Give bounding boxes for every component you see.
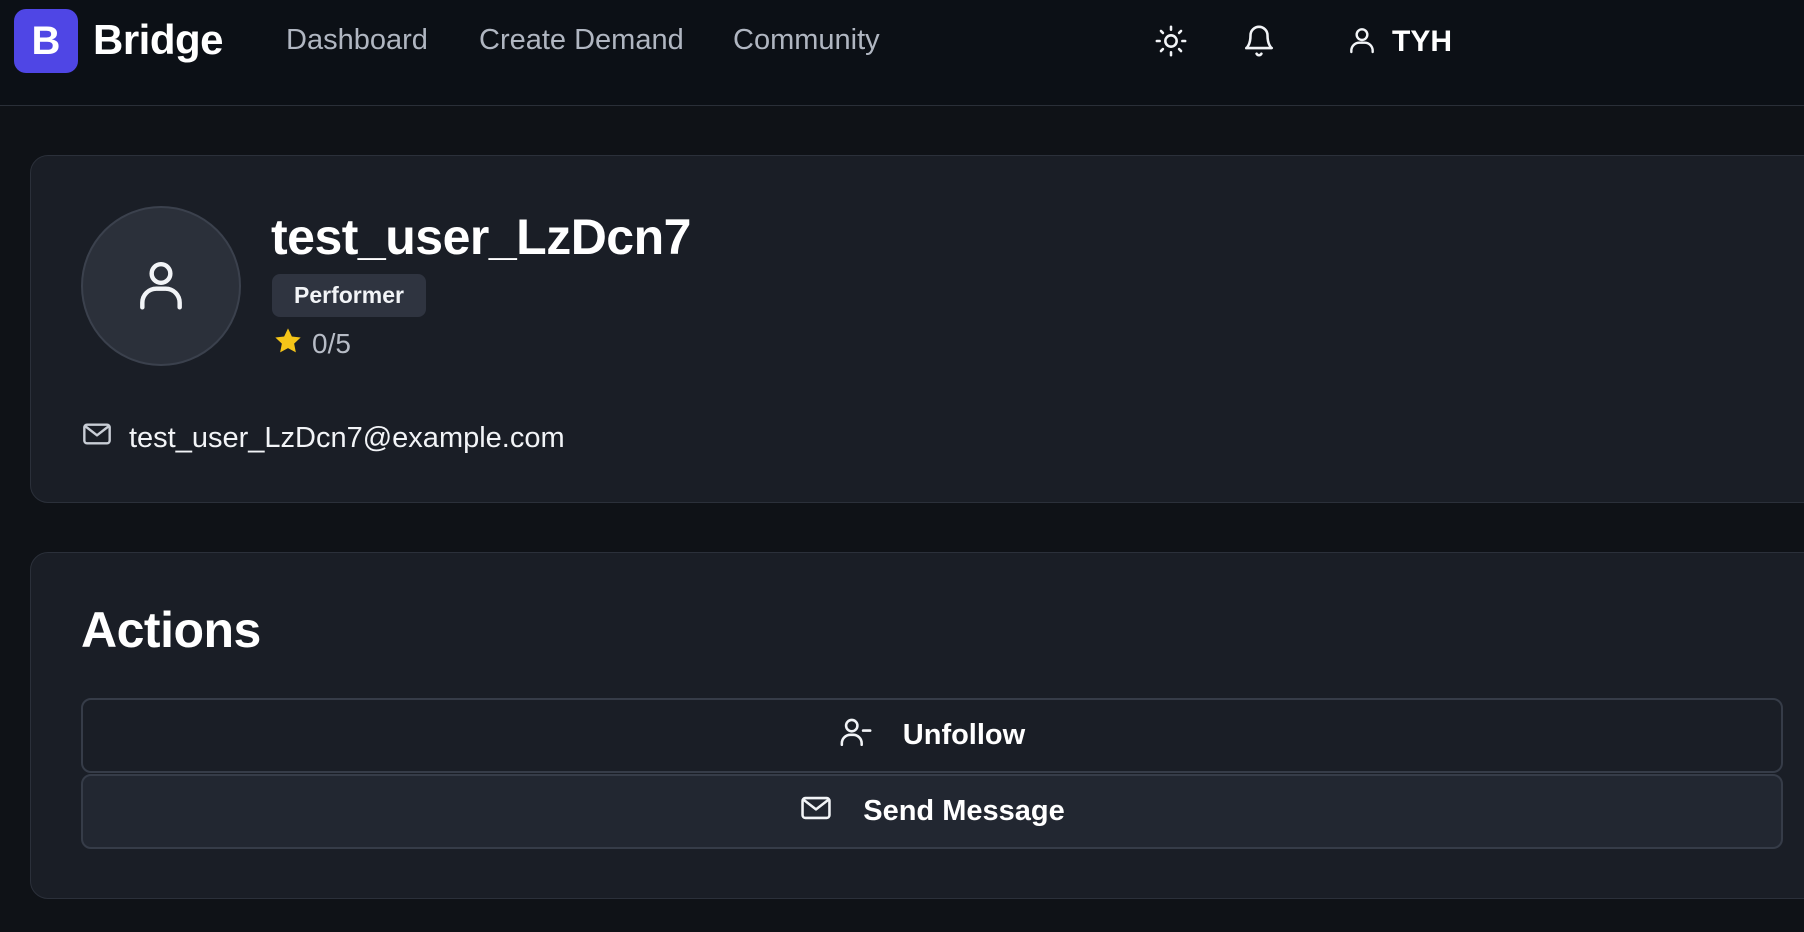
- nav-link-community[interactable]: Community: [733, 24, 880, 57]
- user-icon: [133, 256, 189, 317]
- user-menu[interactable]: TYH: [1346, 22, 1452, 62]
- avatar: [81, 206, 241, 366]
- brand-name[interactable]: Bridge: [93, 16, 224, 64]
- star-icon: [272, 325, 304, 364]
- mail-icon: [81, 418, 113, 458]
- sun-icon[interactable]: [1154, 24, 1188, 58]
- rating-value: 0/5: [312, 328, 351, 359]
- rating: 0/5: [272, 326, 351, 362]
- nav-link-create-demand[interactable]: Create Demand: [479, 24, 684, 57]
- profile-card: test_user_LzDcn7 Performer 0/5 test_user…: [30, 155, 1804, 503]
- bell-icon[interactable]: [1242, 24, 1276, 58]
- send-message-label: Send Message: [863, 795, 1065, 827]
- user-icon: [1346, 24, 1378, 61]
- logo[interactable]: B: [14, 9, 78, 73]
- actions-card: Actions Unfollow Send Message: [30, 552, 1804, 899]
- profile-username: test_user_LzDcn7: [271, 209, 691, 265]
- actions-title: Actions: [81, 602, 261, 658]
- profile-email: test_user_LzDcn7@example.com: [129, 421, 565, 454]
- send-message-button[interactable]: Send Message: [81, 774, 1783, 849]
- unfollow-button[interactable]: Unfollow: [81, 698, 1783, 773]
- nav-link-dashboard[interactable]: Dashboard: [286, 24, 428, 57]
- mail-icon: [799, 791, 833, 833]
- unfollow-label: Unfollow: [902, 719, 1026, 751]
- role-badge: Performer: [272, 274, 426, 317]
- top-navbar: B Bridge Dashboard Create Demand Communi…: [0, 0, 1804, 106]
- user-name: TYH: [1392, 25, 1452, 58]
- email-row: test_user_LzDcn7@example.com: [81, 418, 565, 458]
- user-minus-icon: [839, 715, 873, 757]
